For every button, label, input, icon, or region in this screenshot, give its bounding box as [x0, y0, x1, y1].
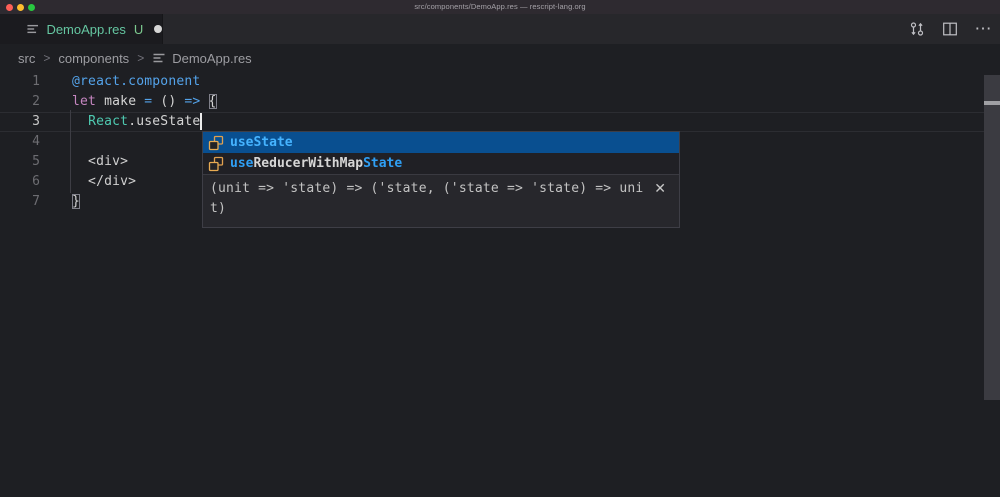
code-token: </div> [72, 174, 136, 189]
file-icon [26, 22, 39, 36]
file-icon [152, 51, 166, 65]
code-token: => [184, 94, 200, 109]
open-changes-icon[interactable] [908, 20, 926, 38]
code-token: let [72, 94, 96, 109]
signature-line: t) [210, 199, 649, 219]
suggest-docs: (unit => 'state) => ('state, ('state => … [203, 174, 679, 227]
code-line[interactable]: React.useState [0, 112, 1000, 132]
code-token: () [152, 94, 184, 109]
breadcrumb: src > components > DemoApp.res [0, 44, 1000, 72]
tab-bar: DemoApp.res U [0, 14, 1000, 44]
signature-line: (unit => 'state) => ('state, ('state => … [210, 179, 649, 199]
titlebar: src/components/DemoApp.res — rescript-la… [0, 0, 1000, 14]
code-token: @react.component [72, 74, 200, 89]
code-token [72, 114, 88, 129]
vscode-window: src/components/DemoApp.res — rescript-la… [0, 0, 1000, 497]
chevron-right-icon: > [43, 51, 50, 65]
symbol-field-icon [208, 135, 224, 151]
editor-actions: ⋯ [908, 14, 992, 44]
tab-demoapp[interactable]: DemoApp.res U [0, 14, 163, 44]
code-token: make [96, 94, 144, 109]
suggestion-label: useState [230, 135, 293, 150]
tab-label: DemoApp.res [46, 22, 125, 37]
signature-text: (unit => 'state) => ('state, ('state => … [210, 179, 649, 219]
split-editor-icon[interactable] [941, 20, 959, 38]
close-icon[interactable]: ✕ [654, 181, 666, 195]
breadcrumb-file-label: DemoApp.res [172, 51, 251, 66]
matched-bracket: } [72, 194, 80, 209]
modified-dot-icon[interactable] [154, 25, 162, 33]
git-status-badge: U [134, 22, 143, 37]
breadcrumb-item-file[interactable]: DemoApp.res [152, 51, 251, 66]
code-token [200, 94, 208, 109]
suggest-widget: useState useReducerWithMapState (unit =>… [202, 131, 680, 228]
indent-guide [70, 110, 71, 193]
code-token: React [88, 114, 128, 129]
overview-ruler-cursor-mark [984, 101, 1000, 105]
suggest-list: useState useReducerWithMapState [203, 132, 679, 174]
scrollbar[interactable] [984, 75, 1000, 400]
suggestion-item[interactable]: useState [203, 132, 679, 153]
text-cursor [200, 113, 202, 130]
suggestion-label: useReducerWithMapState [230, 156, 402, 171]
code-token: <div> [72, 154, 128, 169]
breadcrumb-item-components[interactable]: components [58, 51, 129, 66]
breadcrumb-item-src[interactable]: src [18, 51, 35, 66]
code-line[interactable]: let make = () => { [0, 92, 1000, 112]
suggestion-item[interactable]: useReducerWithMapState [203, 153, 679, 174]
window-title: src/components/DemoApp.res — rescript-la… [0, 0, 1000, 14]
code-line[interactable]: @react.component [0, 72, 1000, 92]
chevron-right-icon: > [137, 51, 144, 65]
more-actions-icon[interactable]: ⋯ [974, 20, 992, 38]
symbol-field-icon [208, 156, 224, 172]
matched-bracket: { [209, 94, 217, 109]
code-token: .useState [128, 114, 200, 129]
